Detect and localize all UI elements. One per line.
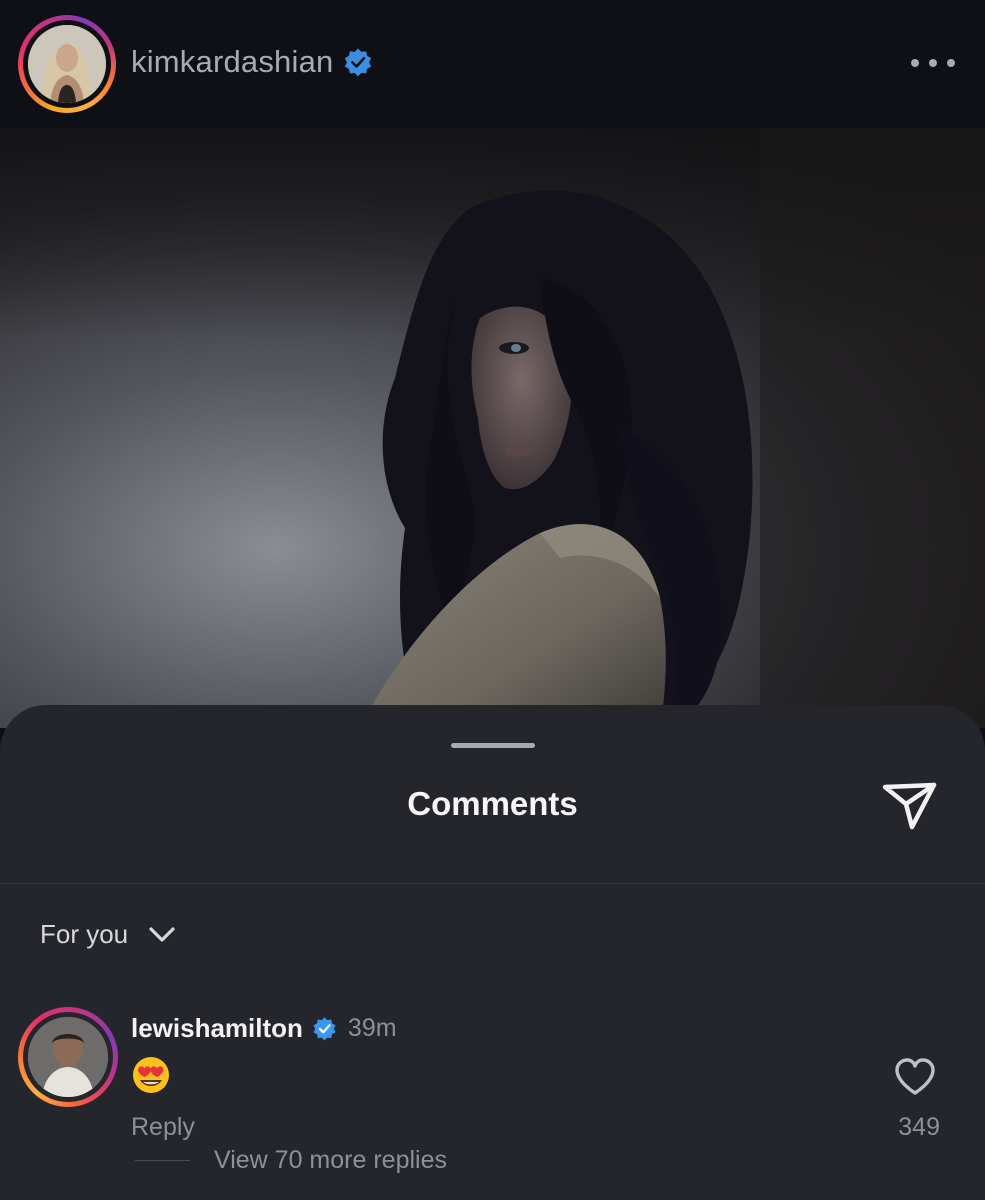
sheet-title: Comments xyxy=(407,785,578,822)
sheet-divider xyxy=(0,883,985,884)
paper-plane-icon[interactable] xyxy=(880,777,940,833)
avatar-image xyxy=(28,1017,108,1097)
post-author-avatar[interactable] xyxy=(18,15,116,113)
view-replies-link[interactable]: View 70 more replies xyxy=(214,1146,447,1175)
sort-label: For you xyxy=(40,919,129,949)
comment-sort-dropdown[interactable]: For you xyxy=(40,919,176,950)
post-username[interactable]: kimkardashian xyxy=(131,44,333,80)
heart-eyes-emoji xyxy=(133,1057,169,1093)
comment-header: lewishamilton 39m xyxy=(131,1013,397,1044)
portrait-image xyxy=(0,128,985,728)
comment-timestamp: 39m xyxy=(347,1014,397,1042)
verified-badge-icon xyxy=(345,48,372,77)
comments-sheet: Comments For you lewishamilton 39m Reply… xyxy=(0,705,985,1200)
reply-button[interactable]: Reply xyxy=(131,1113,195,1142)
replies-divider xyxy=(135,1160,190,1161)
chevron-down-icon xyxy=(149,926,175,942)
like-count: 349 xyxy=(898,1113,940,1141)
post-photo[interactable] xyxy=(0,128,985,728)
verified-badge-icon xyxy=(313,1017,336,1041)
post-author[interactable]: kimkardashian xyxy=(131,44,373,80)
avatar-image xyxy=(28,25,106,103)
comment-username[interactable]: lewishamilton xyxy=(131,1013,303,1044)
more-horizontal-icon[interactable] xyxy=(911,48,955,78)
post-header: kimkardashian xyxy=(0,0,985,128)
instagram-post-screen: kimkardashian Comments For you lewishami… xyxy=(0,0,985,1200)
sheet-drag-handle[interactable] xyxy=(451,743,535,748)
commenter-avatar[interactable] xyxy=(18,1007,118,1107)
heart-outline-icon[interactable] xyxy=(893,1057,937,1097)
